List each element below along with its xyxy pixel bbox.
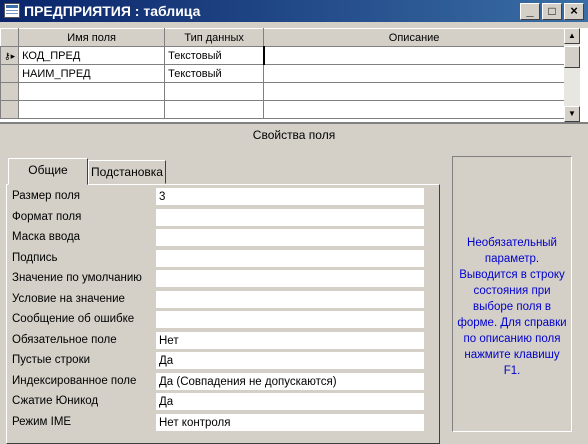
column-header-description[interactable]: Описание (263, 28, 566, 47)
field-properties-panel: Общие Подстановка Размер поля 3 Формат п… (0, 148, 588, 444)
scroll-up-icon[interactable]: ▲ (564, 28, 580, 44)
field-name-cell[interactable] (18, 82, 166, 101)
field-properties-title: Свойства поля (252, 128, 336, 142)
field-type-cell[interactable] (164, 100, 265, 119)
property-label: Подпись (12, 251, 58, 264)
row-selector[interactable] (0, 82, 20, 101)
field-description-cell[interactable] (262, 46, 566, 65)
property-value[interactable]: Нет контроля (156, 413, 424, 432)
title-bar: ПРЕДПРИЯТИЯ : таблица _ □ × (0, 0, 588, 22)
property-row[interactable]: Сжатие Юникод Да (10, 393, 424, 412)
property-label: Обязательное поле (12, 333, 117, 346)
property-label: Маска ввода (12, 231, 81, 243)
property-row[interactable]: Режим IME Нет контроля (10, 413, 424, 433)
property-value[interactable] (156, 270, 424, 288)
property-row[interactable]: Индексированное поле Да (Совпадения не д… (10, 372, 424, 392)
property-hint-box: Необязательный параметр. Выводится в стр… (452, 156, 572, 432)
table-row[interactable] (0, 82, 566, 101)
tab-general[interactable]: Общие (8, 158, 88, 185)
property-value[interactable]: Да (Совпадения не допускаются) (156, 372, 424, 391)
table-icon (4, 3, 20, 18)
field-description-cell[interactable] (263, 82, 566, 101)
property-value[interactable]: Да (156, 393, 424, 411)
property-hint-text: Необязательный параметр. Выводится в стр… (457, 237, 567, 377)
field-description-cell[interactable] (263, 64, 566, 83)
row-selector[interactable] (0, 64, 20, 83)
row-selector[interactable] (0, 100, 20, 119)
table-row[interactable]: ⚷▸ КОД_ПРЕД Текстовый (0, 46, 566, 65)
field-type-cell[interactable]: Текстовый (164, 46, 265, 65)
property-label: Условие на значение (12, 292, 125, 305)
minimize-button[interactable]: _ (520, 3, 540, 20)
property-value[interactable] (156, 249, 424, 268)
property-value[interactable] (156, 290, 424, 309)
table-row[interactable]: НАИМ_ПРЕД Текстовый (0, 64, 566, 83)
field-name-cell[interactable]: НАИМ_ПРЕД (18, 64, 166, 83)
property-value[interactable] (156, 229, 424, 247)
field-description-cell[interactable] (263, 100, 566, 119)
window-title: ПРЕДПРИЯТИЯ : таблица (24, 3, 201, 19)
property-value[interactable]: Да (156, 352, 424, 370)
row-selector[interactable]: ⚷▸ (0, 46, 20, 65)
field-type-cell[interactable] (164, 82, 265, 101)
property-label: Формат поля (12, 210, 82, 223)
property-row[interactable]: Формат поля (10, 208, 424, 228)
grid-header-row: Имя поля Тип данных Описание (0, 28, 566, 47)
primary-key-icon: ⚷▸ (4, 50, 16, 61)
property-label: Пустые строки (12, 354, 91, 366)
field-name-cell[interactable] (18, 100, 166, 119)
property-row[interactable]: Сообщение об ошибке (10, 311, 424, 330)
property-label: Сообщение об ошибке (12, 313, 135, 325)
property-value[interactable] (156, 311, 424, 329)
property-row[interactable]: Маска ввода (10, 229, 424, 248)
property-row[interactable]: Значение по умолчанию (10, 270, 424, 289)
property-label: Индексированное поле (12, 374, 137, 387)
vertical-scrollbar[interactable]: ▲ ▼ (564, 28, 580, 122)
field-table: Имя поля Тип данных Описание ⚷▸ КОД_ПРЕД… (0, 28, 566, 119)
property-row[interactable]: Подпись (10, 249, 424, 269)
property-row[interactable]: Условие на значение (10, 290, 424, 310)
property-label: Сжатие Юникод (12, 395, 99, 407)
column-header-type[interactable]: Тип данных (164, 28, 265, 47)
maximize-button[interactable]: □ (542, 3, 562, 20)
table-row[interactable] (0, 100, 566, 119)
property-row[interactable]: Пустые строки Да (10, 352, 424, 371)
property-row[interactable]: Размер поля 3 (10, 188, 424, 207)
property-label: Режим IME (12, 415, 72, 428)
property-value[interactable]: Нет (156, 331, 424, 350)
property-value[interactable] (156, 208, 424, 227)
field-properties-header: Свойства поля (0, 122, 588, 148)
field-grid: Имя поля Тип данных Описание ⚷▸ КОД_ПРЕД… (0, 22, 588, 122)
column-header-name[interactable]: Имя поля (18, 28, 166, 47)
property-value[interactable]: 3 (156, 188, 424, 206)
property-row[interactable]: Обязательное поле Нет (10, 331, 424, 351)
field-name-cell[interactable]: КОД_ПРЕД (18, 46, 166, 65)
scroll-down-icon[interactable]: ▼ (564, 106, 580, 122)
close-button[interactable]: × (564, 3, 584, 20)
row-selector-header (0, 28, 20, 47)
scroll-thumb[interactable] (564, 46, 580, 68)
property-label: Размер поля (12, 190, 81, 202)
tab-lookup[interactable]: Подстановка (88, 160, 166, 184)
field-type-cell[interactable]: Текстовый (164, 64, 265, 83)
property-label: Значение по умолчанию (12, 272, 142, 284)
